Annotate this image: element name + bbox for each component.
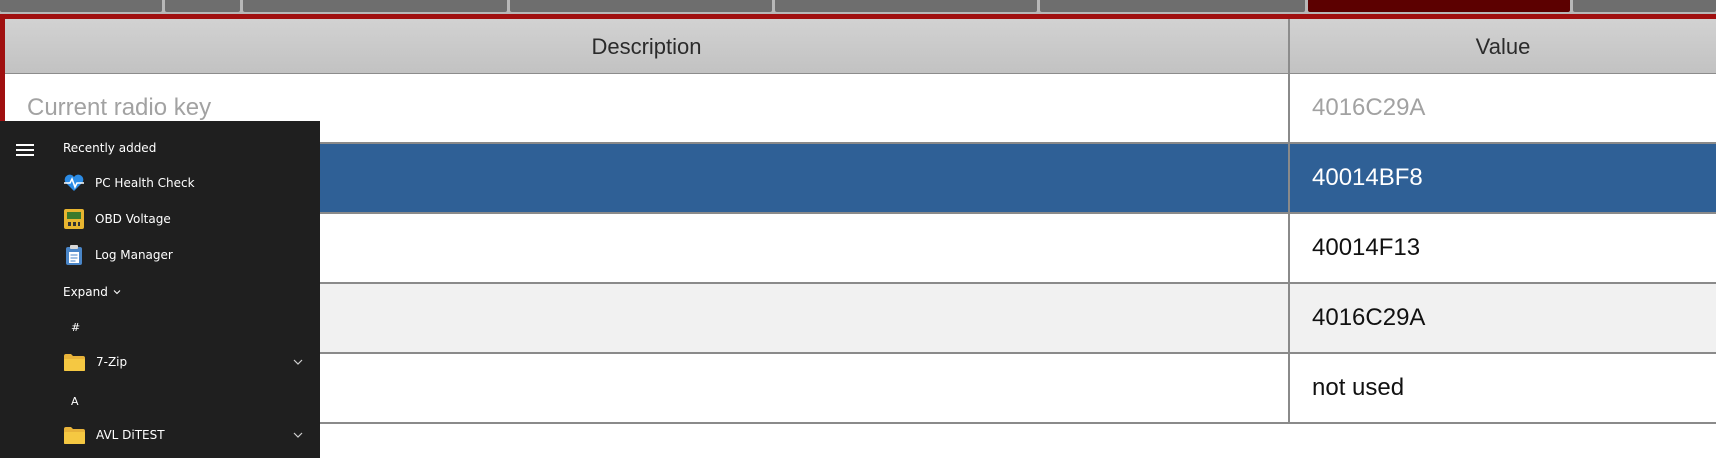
tab-8[interactable] [1573, 0, 1716, 12]
app-label: Log Manager [95, 248, 173, 262]
tab-3[interactable] [243, 0, 507, 12]
tab-6[interactable] [1040, 0, 1305, 12]
recently-added-heading: Recently added [63, 141, 157, 155]
chevron-down-icon[interactable] [293, 431, 303, 439]
folder-avl-ditest[interactable]: AVL DiTEST [63, 420, 303, 450]
app-pc-health-check[interactable]: PC Health Check [63, 168, 303, 198]
tab-strip [0, 0, 1716, 14]
tab-2[interactable] [165, 0, 240, 12]
tab-1[interactable] [0, 0, 162, 12]
folder-icon [64, 353, 85, 371]
folder-label: AVL DiTEST [96, 428, 165, 442]
voltage-meter-icon [63, 208, 85, 230]
app-obd-voltage[interactable]: OBD Voltage [63, 204, 303, 234]
app-label: OBD Voltage [95, 212, 171, 226]
chevron-down-icon [113, 290, 121, 295]
folder-label: 7-Zip [96, 355, 128, 369]
value-cell: 40014F13 [1312, 234, 1421, 261]
tab-active[interactable] [1308, 0, 1570, 12]
folder-7-zip[interactable]: 7-Zip [63, 347, 303, 377]
hamburger-menu-icon[interactable] [16, 143, 34, 157]
column-header-value[interactable]: Value [1290, 19, 1716, 74]
expand-button[interactable]: Expand [63, 285, 121, 299]
tab-4[interactable] [510, 0, 772, 12]
table-header: Description Value [5, 19, 1716, 74]
chevron-down-icon[interactable] [293, 358, 303, 366]
group-letter-a[interactable]: A [71, 395, 79, 408]
expand-label: Expand [63, 285, 108, 299]
column-header-description[interactable]: Description [5, 19, 1290, 74]
value-cell: not used [1312, 374, 1405, 401]
app-log-manager[interactable]: Log Manager [63, 240, 303, 270]
start-menu: Recently added PC Health Check OBD Volta… [0, 121, 320, 458]
value-cell: 4016C29A [1312, 94, 1426, 121]
app-label: PC Health Check [95, 176, 195, 190]
value-cell: 40014BF8 [1312, 164, 1423, 191]
value-cell: 4016C29A [1312, 304, 1426, 331]
folder-icon [64, 426, 85, 444]
tab-5[interactable] [775, 0, 1037, 12]
clipboard-icon [63, 244, 85, 266]
group-letter-hash[interactable]: # [71, 321, 80, 334]
heart-pulse-icon [63, 172, 85, 194]
